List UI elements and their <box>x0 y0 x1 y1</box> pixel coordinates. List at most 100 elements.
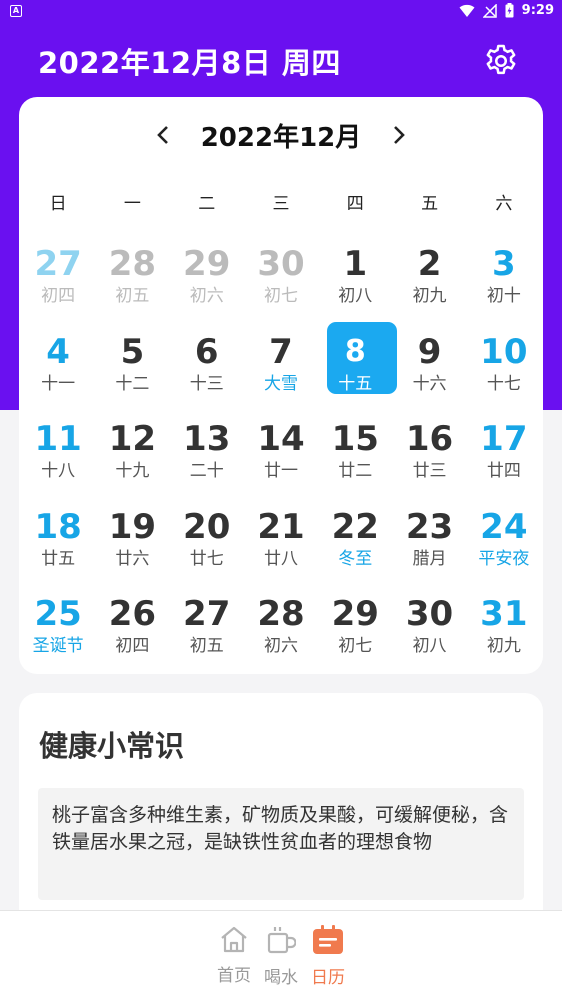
calendar-day[interactable]: 27 初五 <box>170 590 244 678</box>
day-lunar-label: 初四 <box>115 636 150 656</box>
calendar-day[interactable]: 24 平安夜 <box>467 503 541 591</box>
day-lunar-label: 廿一 <box>263 461 298 481</box>
settings-button[interactable] <box>480 40 522 82</box>
day-lunar-label: 十三 <box>189 373 224 394</box>
day-lunar-label: 初七 <box>263 286 298 306</box>
day-number: 26 <box>108 594 157 634</box>
day-number: 24 <box>480 506 528 547</box>
calendar-day[interactable]: 16 廿三 <box>392 415 466 503</box>
calendar-day[interactable]: 9 十六 <box>392 328 466 416</box>
day-number: 1 <box>343 244 368 284</box>
day-lunar-label: 初八 <box>412 636 447 656</box>
calendar-day[interactable]: 4 十一 <box>21 328 95 416</box>
day-lunar-label: 二十 <box>189 461 224 481</box>
calendar-day[interactable]: 6 十三 <box>170 328 244 416</box>
weekday-label: 六 <box>495 194 513 214</box>
status-bar: A 9:29 <box>0 0 562 24</box>
calendar-day[interactable]: 30 初八 <box>392 590 466 678</box>
calendar-day[interactable]: 1 初八 <box>318 240 392 328</box>
day-lunar-label: 廿五 <box>41 548 76 569</box>
calendar-day[interactable]: 15 廿二 <box>318 415 392 503</box>
day-number: 23 <box>405 506 454 547</box>
day-number: 11 <box>34 419 82 459</box>
nav-label-calendar: 日历 <box>311 968 345 988</box>
day-number: 20 <box>183 506 231 547</box>
day-number: 16 <box>405 419 454 459</box>
chevron-left-icon <box>156 126 168 144</box>
calendar-day[interactable]: 20 廿七 <box>170 503 244 591</box>
calendar-day[interactable]: 21 廿八 <box>244 503 318 591</box>
weekday-label: 日 <box>49 194 67 214</box>
day-number: 14 <box>257 419 305 459</box>
calendar-day[interactable]: 29 初六 <box>170 240 244 328</box>
calendar-day[interactable]: 11 十八 <box>21 415 95 503</box>
calendar-day[interactable]: 25 圣诞节 <box>21 590 95 678</box>
nav-item-water[interactable]: 喝水 <box>258 925 304 988</box>
day-number: 25 <box>34 594 82 634</box>
weekday-label: 三 <box>272 194 290 214</box>
nav-item-calendar[interactable]: 日历 <box>305 925 351 988</box>
calendar-day[interactable]: 19 廿六 <box>95 503 169 591</box>
calendar-day[interactable]: 28 初六 <box>244 590 318 678</box>
calendar-day[interactable]: 10 十七 <box>467 328 541 416</box>
health-tips-title: 健康小常识 <box>39 729 185 763</box>
prev-month-button[interactable] <box>143 115 183 155</box>
day-number: 15 <box>331 419 379 459</box>
day-lunar-label: 初九 <box>486 636 521 656</box>
wifi-icon <box>459 4 475 17</box>
cup-icon <box>267 927 296 954</box>
calendar-day[interactable]: 17 廿四 <box>467 415 541 503</box>
page-title: 2022年12月8日 周四 <box>38 46 341 80</box>
day-lunar-label: 十二 <box>115 373 150 394</box>
calendar-day[interactable]: 31 初九 <box>467 590 541 678</box>
calendar-day[interactable]: 27 初四 <box>21 240 95 328</box>
day-number: 13 <box>183 419 231 459</box>
calendar-day-selected[interactable]: 8 十五 <box>318 321 398 416</box>
day-number: 29 <box>183 244 231 284</box>
calendar-day[interactable]: 2 初九 <box>392 240 466 328</box>
calendar-day[interactable]: 12 十九 <box>95 415 169 503</box>
calendar-day[interactable]: 7 大雪 <box>244 328 318 416</box>
calendar-day[interactable]: 29 初七 <box>318 590 392 678</box>
day-number: 8 <box>344 333 366 369</box>
weekday-label: 四 <box>346 194 364 214</box>
day-lunar-label: 平安夜 <box>478 548 530 569</box>
day-lunar-label: 初八 <box>338 286 373 306</box>
day-lunar-label: 初四 <box>41 286 76 306</box>
weekday-header: 日 一 二 三 四 五 六 <box>21 189 541 214</box>
day-number: 2 <box>417 244 442 284</box>
day-lunar-label: 十八 <box>41 461 76 481</box>
day-number: 18 <box>34 506 82 547</box>
health-tips-card: 健康小常识 桃子富含多种维生素，矿物质及果酸，可缓解便秘，含铁量居水果之冠，是缺… <box>19 693 543 933</box>
status-icons: 9:29 <box>459 3 554 18</box>
day-number: 27 <box>183 594 231 634</box>
day-number: 6 <box>194 331 219 372</box>
calendar-day[interactable]: 5 十二 <box>95 328 169 416</box>
calendar-day[interactable]: 14 廿一 <box>244 415 318 503</box>
day-lunar-label: 廿六 <box>115 548 150 569</box>
day-lunar-label: 初五 <box>115 286 150 306</box>
day-number: 30 <box>257 244 305 284</box>
calendar-day[interactable]: 22 冬至 <box>318 503 392 591</box>
calendar-day[interactable]: 28 初五 <box>95 240 169 328</box>
day-lunar-label: 廿四 <box>486 461 521 481</box>
calendar-day[interactable]: 13 二十 <box>170 415 244 503</box>
calendar-day[interactable]: 30 初七 <box>244 240 318 328</box>
calendar-day[interactable]: 23 腊月 <box>392 503 466 591</box>
day-number: 19 <box>108 506 157 547</box>
day-number: 7 <box>269 331 293 372</box>
day-lunar-label: 十九 <box>115 461 150 481</box>
status-time: 9:29 <box>521 3 554 18</box>
weekday-label: 二 <box>198 194 216 214</box>
day-number: 3 <box>492 244 516 284</box>
day-lunar-label: 圣诞节 <box>32 636 84 656</box>
nav-label-home: 首页 <box>217 966 251 986</box>
next-month-button[interactable] <box>379 115 419 155</box>
calendar-day[interactable]: 18 廿五 <box>21 503 95 591</box>
calendar-day[interactable]: 3 初十 <box>467 240 541 328</box>
nav-item-home[interactable]: 首页 <box>211 925 257 986</box>
calendar-day[interactable]: 26 初四 <box>95 590 169 678</box>
day-number: 30 <box>405 594 454 634</box>
calendar-grid: 27 初四 28 初五 29 初六 30 初七 1 初八 2 初九 3 初十 4 十一 5 十二 6 十三 7 大雪 8 十五… <box>21 240 541 678</box>
day-lunar-label: 廿三 <box>412 461 447 481</box>
